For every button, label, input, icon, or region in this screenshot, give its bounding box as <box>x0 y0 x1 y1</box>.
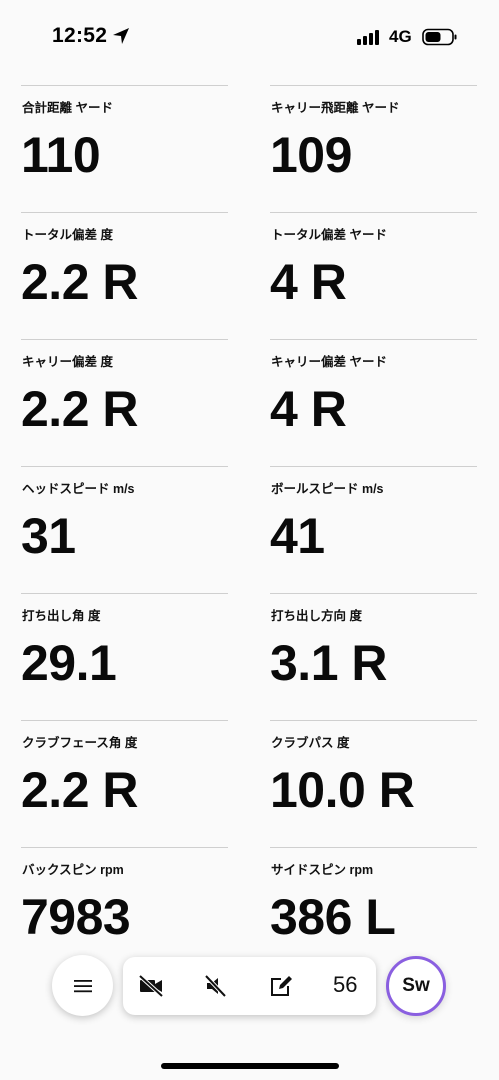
metric-value: 4 R <box>270 381 347 437</box>
shot-count: 56 <box>333 972 358 997</box>
metric-launch-direction: 打ち出し方向 度 3.1 R <box>270 593 477 720</box>
menu-icon <box>73 979 92 992</box>
metrics-grid: 合計距離 ヤード 110 キャリー飛距離 ヤード 109 トータル偏差 度 2.… <box>0 85 499 955</box>
metric-label: クラブフェース角 度 <box>22 736 138 750</box>
metric-total-distance: 合計距離 ヤード 110 <box>21 85 228 212</box>
metric-club-path: クラブパス 度 10.0 R <box>270 720 477 847</box>
status-bar: 12:52 4G <box>0 0 499 76</box>
metric-club-face-angle: クラブフェース角 度 2.2 R <box>21 720 228 847</box>
metric-head-speed: ヘッドスピード m/s 31 <box>21 466 228 593</box>
action-toolbar: 56 <box>123 957 376 1015</box>
metric-value: 29.1 <box>21 635 117 691</box>
home-indicator[interactable] <box>161 1063 339 1069</box>
metric-value: 2.2 R <box>21 762 139 818</box>
battery-icon <box>422 28 457 46</box>
metric-value: 4 R <box>270 254 347 310</box>
metric-label: 打ち出し角 度 <box>22 609 101 623</box>
metric-value: 109 <box>270 127 352 183</box>
metric-label: キャリー偏差 度 <box>22 355 113 369</box>
sound-off-icon[interactable] <box>203 974 229 998</box>
metric-value: 41 <box>270 508 325 564</box>
metric-value: 7983 <box>21 889 131 945</box>
metric-label: クラブパス 度 <box>271 736 350 750</box>
metric-label: ヘッドスピード m/s <box>22 482 135 496</box>
cellular-signal-icon <box>357 29 381 45</box>
metric-value: 3.1 R <box>270 635 388 691</box>
metric-carry-deviation-deg: キャリー偏差 度 2.2 R <box>21 339 228 466</box>
edit-icon[interactable] <box>268 974 294 998</box>
metric-sidespin: サイドスピン rpm 386 L <box>270 847 477 955</box>
screen: 12:52 4G 合計距離 ヤード 110 キャリー飛距離 ヤード 109 トー… <box>0 0 499 1080</box>
metric-launch-angle: 打ち出し角 度 29.1 <box>21 593 228 720</box>
metric-total-deviation-deg: トータル偏差 度 2.2 R <box>21 212 228 339</box>
metric-label: サイドスピン rpm <box>271 863 374 877</box>
metric-value: 10.0 R <box>270 762 415 818</box>
metric-label: キャリー偏差 ヤード <box>271 355 387 369</box>
metric-value: 386 L <box>270 889 396 945</box>
metric-carry-distance: キャリー飛距離 ヤード 109 <box>270 85 477 212</box>
metric-label: トータル偏差 度 <box>22 228 113 242</box>
metric-backspin: バックスピン rpm 7983 <box>21 847 228 955</box>
metric-label: バックスピン rpm <box>22 863 124 877</box>
metric-label: 打ち出し方向 度 <box>271 609 362 623</box>
metric-total-deviation-yd: トータル偏差 ヤード 4 R <box>270 212 477 339</box>
metric-label: ボールスピード m/s <box>271 482 384 496</box>
metric-value: 2.2 R <box>21 254 139 310</box>
video-off-icon[interactable] <box>138 974 164 998</box>
metric-label: キャリー飛距離 ヤード <box>271 101 400 115</box>
status-time: 12:52 <box>52 24 108 47</box>
metric-value: 2.2 R <box>21 381 139 437</box>
metric-value: 31 <box>21 508 76 564</box>
location-arrow-icon <box>113 28 129 44</box>
network-type: 4G <box>389 27 412 46</box>
metric-value: 110 <box>21 127 101 183</box>
metric-label: トータル偏差 ヤード <box>271 228 387 242</box>
menu-button[interactable] <box>52 955 113 1016</box>
metric-label: 合計距離 ヤード <box>22 101 113 115</box>
metric-carry-deviation-yd: キャリー偏差 ヤード 4 R <box>270 339 477 466</box>
metric-ball-speed: ボールスピード m/s 41 <box>270 466 477 593</box>
club-select-button[interactable]: Sw <box>386 956 446 1016</box>
